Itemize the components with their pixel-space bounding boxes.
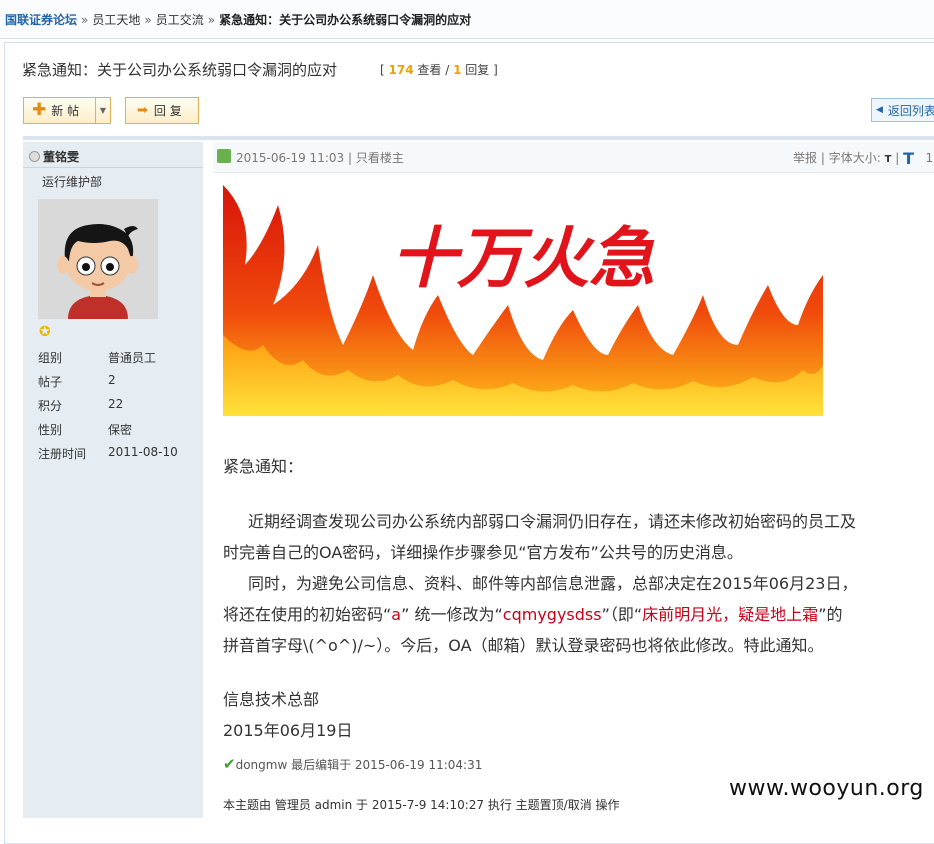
report-link[interactable]: 举报 [793,151,817,165]
new-password: cqmygysdss [502,605,602,624]
online-user-icon [217,149,231,163]
field-value: 普通员工 [108,351,157,365]
post-line: 将还在使用的初始密码“a” 统一修改为“cqmygysdss”（即“床前明月光，… [223,601,842,625]
signature-date: 2015年06月19日 [223,721,353,740]
post-line: 近期经调查发现公司办公系统内部弱口令漏洞仍旧存在，请还未修改初始密码的员工及 [248,512,857,531]
text-span: 将还在使用的初始密码“ [223,605,392,624]
author-name-text: 董铭雯 [43,150,80,164]
chevron-down-icon[interactable]: ▼ [95,98,110,123]
breadcrumb-forum-home[interactable]: 国联证券论坛 [5,13,77,27]
font-size-label: 字体大小: [828,151,881,165]
field-value: 22 [108,397,124,411]
replies-label: 回复 [465,63,490,77]
breadcrumb-current: 紧急通知：关于公司办公系统弱口令漏洞的应对 [219,13,472,27]
field-value: 保密 [108,423,133,437]
banner-text: 十万火急 [391,220,655,297]
thread-title: 紧急通知：关于公司办公系统弱口令漏洞的应对 [22,61,338,79]
post-greeting: 紧急通知： [223,457,304,476]
poem-line: 床前明月光，疑是地上霜 [642,605,819,624]
field-label: 注册时间 [38,447,87,461]
divider [23,136,934,140]
text-span: ”（即“ [601,605,643,624]
star-icon: ✪ [39,324,51,340]
view-count: 174 [388,63,414,77]
field-value: 2011-08-10 [108,445,178,459]
breadcrumb-staff-area[interactable]: 员工天地 [92,13,140,27]
post-line: 同时，为避免公司信息、资料、邮件等内部信息泄露，总部决定在2015年06月23日… [248,574,858,593]
post-line: 拼音首字母\(^o^)/~）。今后，OA（邮箱）默认登录密码也将依此修改。特此通… [223,636,824,655]
reply-button[interactable]: ➡ 回 复 [125,97,199,124]
only-author-link[interactable]: 只看楼主 [356,151,404,165]
field-label: 帖子 [38,375,63,389]
urgent-banner-image: 十万火急 [223,185,823,416]
reply-count: 1 [453,63,462,77]
views-label: 查看 [417,63,442,77]
watermark: www.wooyun.org [729,776,924,801]
new-post-label: 新 帖 [51,104,80,118]
edit-text: 最后编辑于 2015-06-19 11:04:31 [291,758,483,772]
avatar[interactable] [38,199,158,319]
breadcrumb-separator: » [144,13,152,27]
font-small-button[interactable]: T [885,154,892,165]
signature-dept: 信息技术总部 [223,690,320,709]
new-post-button[interactable]: ✚ 新 帖 ▼ [23,97,111,124]
post-line: 时完善自己的OA密码，详细操作步骤参见“官方发布”公共号的历史消息。 [223,543,743,562]
breadcrumb-staff-talk[interactable]: 员工交流 [156,13,204,27]
floor-number: 1 [925,151,934,165]
editor-link[interactable]: dongmw [236,758,288,772]
post-datetime: 2015-06-19 11:03 [236,151,345,165]
text-span: ” 统一修改为“ [401,605,503,624]
arrow-right-icon: ➡ [137,103,148,118]
field-value: 2 [108,373,116,387]
old-password: a [391,605,402,624]
plus-icon: ✚ [32,100,47,120]
breadcrumb-separator: » [81,13,89,27]
author-dept: 运行维护部 [42,175,103,189]
edit-note: ✔dongmw 最后编辑于 2015-06-19 11:04:31 [223,755,482,773]
post-time: 2015-06-19 11:03 | 只看楼主 [236,151,404,165]
moderation-note: 本主题由 管理员 admin 于 2015-7-9 14:10:27 执行 主题… [223,798,620,812]
field-label: 性别 [38,423,63,437]
back-to-list-button[interactable]: ◀ 返回列表 [871,98,934,122]
post-tools: 举报 | 字体大小: T | T 1 [793,149,934,168]
author-name[interactable]: 董铭雯 [29,148,79,165]
breadcrumb: 国联证券论坛» 员工天地» 员工交流» 紧急通知：关于公司办公系统弱口令漏洞的应对 [5,11,471,28]
offline-status-icon [29,151,40,162]
font-large-button[interactable]: T [903,149,914,168]
breadcrumb-separator: » [207,13,216,27]
reply-label: 回 复 [153,104,182,118]
field-label: 组别 [38,351,63,365]
field-label: 积分 [38,399,63,413]
divider [23,167,203,168]
thread-stats: [ 174 查看 / 1 回复 ] [380,63,498,77]
text-span: ”的 [818,605,843,624]
arrow-left-icon: ◀ [876,105,883,115]
back-label: 返回列表 [887,103,934,118]
check-icon: ✔ [223,755,236,773]
